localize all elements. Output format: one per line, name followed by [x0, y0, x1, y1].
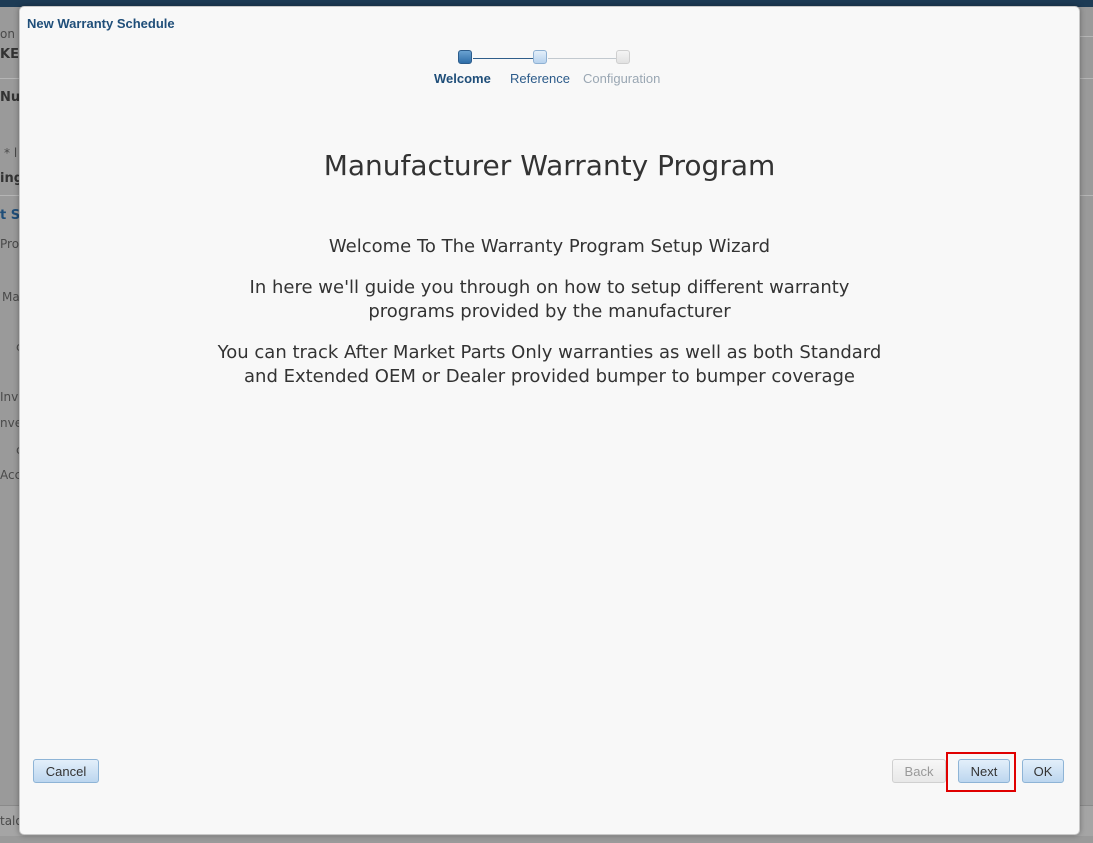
- background-text: Ma: [2, 290, 20, 304]
- background-divider: [1078, 195, 1093, 196]
- train-stop-welcome[interactable]: [458, 50, 472, 64]
- train-label-reference[interactable]: Reference: [510, 71, 570, 86]
- cancel-button[interactable]: Cancel: [33, 759, 99, 783]
- guide-text: In here we'll guide you through on how t…: [20, 276, 1079, 324]
- ok-button[interactable]: OK: [1022, 759, 1064, 783]
- page-heading: Manufacturer Warranty Program: [323, 149, 776, 182]
- guide-text-line: programs provided by the manufacturer: [368, 301, 731, 322]
- welcome-text: Welcome To The Warranty Program Setup Wi…: [20, 235, 1079, 259]
- tracking-text-line: You can track After Market Parts Only wa…: [217, 342, 882, 363]
- background-text: Inv: [0, 390, 19, 404]
- warranty-schedule-dialog: New Warranty Schedule Welcome Reference …: [19, 6, 1080, 835]
- back-button[interactable]: Back: [892, 759, 946, 783]
- background-text: Pro: [0, 237, 20, 251]
- next-button[interactable]: Next: [958, 759, 1010, 783]
- train-connector: [473, 58, 539, 59]
- tracking-text: You can track After Market Parts Only wa…: [20, 341, 1079, 389]
- train-label-configuration: Configuration: [583, 71, 661, 86]
- train-label-welcome[interactable]: Welcome: [434, 71, 491, 86]
- train-connector: [548, 58, 618, 59]
- background-divider: [1078, 36, 1093, 37]
- background-text: * l: [4, 146, 18, 160]
- wizard-train: Welcome Reference Configuration: [20, 49, 1079, 93]
- guide-text-line: In here we'll guide you through on how t…: [249, 277, 850, 298]
- train-stop-reference[interactable]: [533, 50, 547, 64]
- background-text: Nu: [0, 90, 21, 105]
- background-text: on: [0, 27, 15, 41]
- background-divider: [0, 195, 19, 196]
- background-divider: [0, 78, 19, 79]
- tracking-text-line: and Extended OEM or Dealer provided bump…: [244, 366, 855, 387]
- dialog-title: New Warranty Schedule: [27, 16, 175, 31]
- welcome-text-line: Welcome To The Warranty Program Setup Wi…: [328, 236, 771, 257]
- background-divider: [1078, 78, 1093, 79]
- train-stop-configuration: [616, 50, 630, 64]
